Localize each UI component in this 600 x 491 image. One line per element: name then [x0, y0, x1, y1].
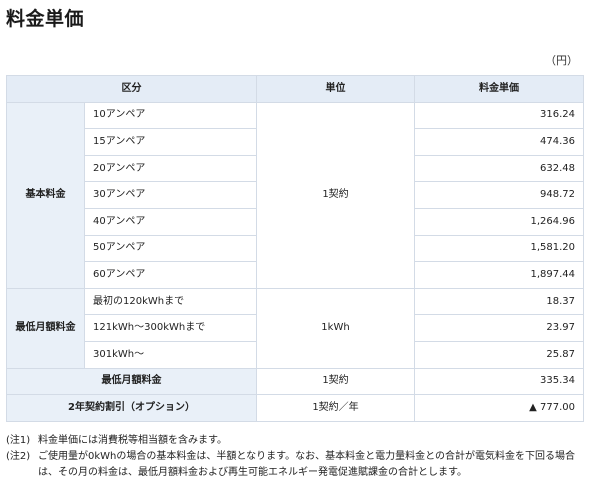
note-2: (注2) ご使用量が0kWhの場合の基本料金は、半額となります。なお、基本料金と…	[6, 449, 586, 481]
row-value: 23.97	[414, 314, 584, 342]
discount-value: ▲ 777.00	[414, 394, 584, 422]
row-label: 121kWh〜300kWhまで	[84, 314, 257, 342]
header-category: 区分	[6, 75, 257, 103]
row-value: 632.48	[414, 154, 584, 183]
table-row: 最低月額料金 1契約 335.34	[6, 367, 584, 396]
row-value: 25.87	[414, 340, 584, 369]
row-value: 1,264.96	[414, 207, 584, 236]
unit-minimum-monthly: 1kWh	[256, 287, 415, 369]
header-unit: 単位	[256, 75, 415, 103]
header-row: 区分 単位 料金単価	[6, 75, 584, 103]
header-price: 料金単価	[414, 75, 584, 103]
row-label: 50アンペア	[84, 234, 257, 263]
table-row: 最低月額料金 最初の120kWhまで 1kWh 18.37	[6, 287, 584, 369]
price-table: 区分 単位 料金単価 基本料金 10アンペア 1契約 316.24 15アンペア…	[6, 75, 584, 422]
row-label: 30アンペア	[84, 181, 257, 209]
row-label: 20アンペア	[84, 154, 257, 183]
note-text: 料金単価には消費税等相当額を含みます。	[38, 435, 227, 446]
row-label: 60アンペア	[84, 261, 257, 289]
row-label: 301kWh〜	[84, 340, 257, 369]
table-row: 基本料金 10アンペア 1契約 316.24	[6, 101, 584, 289]
row-value: 18.37	[414, 287, 584, 316]
row-value: 1,581.20	[414, 234, 584, 263]
table-row: 2年契約割引（オプション） 1契約／年 ▲ 777.00	[6, 394, 584, 422]
row-value: 316.24	[414, 101, 584, 130]
note-text: ご使用量が0kWhの場合の基本料金は、半額となります。なお、基本料金と電力量料金…	[38, 451, 575, 478]
group-minimum-monthly: 最低月額料金	[6, 287, 85, 369]
discount-label: 2年契約割引（オプション）	[6, 394, 257, 422]
note-mark: (注1)	[6, 435, 31, 446]
row-label: 10アンペア	[84, 101, 257, 130]
row-label: 40アンペア	[84, 207, 257, 236]
row-value: 948.72	[414, 181, 584, 209]
unit-basic-charge: 1契約	[256, 101, 415, 289]
page-title: 料金単価	[6, 8, 85, 30]
minimum-total-unit: 1契約	[256, 367, 415, 396]
note-mark: (注2)	[6, 451, 31, 462]
row-value: 474.36	[414, 128, 584, 156]
row-value: 1,897.44	[414, 261, 584, 289]
group-basic-charge: 基本料金	[6, 101, 85, 289]
minimum-total-label: 最低月額料金	[6, 367, 257, 396]
row-label: 最初の120kWhまで	[84, 287, 257, 316]
minimum-total-value: 335.34	[414, 367, 584, 396]
discount-unit: 1契約／年	[256, 394, 415, 422]
notes: (注1) 料金単価には消費税等相当額を含みます。 (注2) ご使用量が0kWhの…	[6, 433, 586, 481]
row-label: 15アンペア	[84, 128, 257, 156]
note-1: (注1) 料金単価には消費税等相当額を含みます。	[6, 433, 586, 449]
unit-note: （円）	[545, 54, 578, 67]
